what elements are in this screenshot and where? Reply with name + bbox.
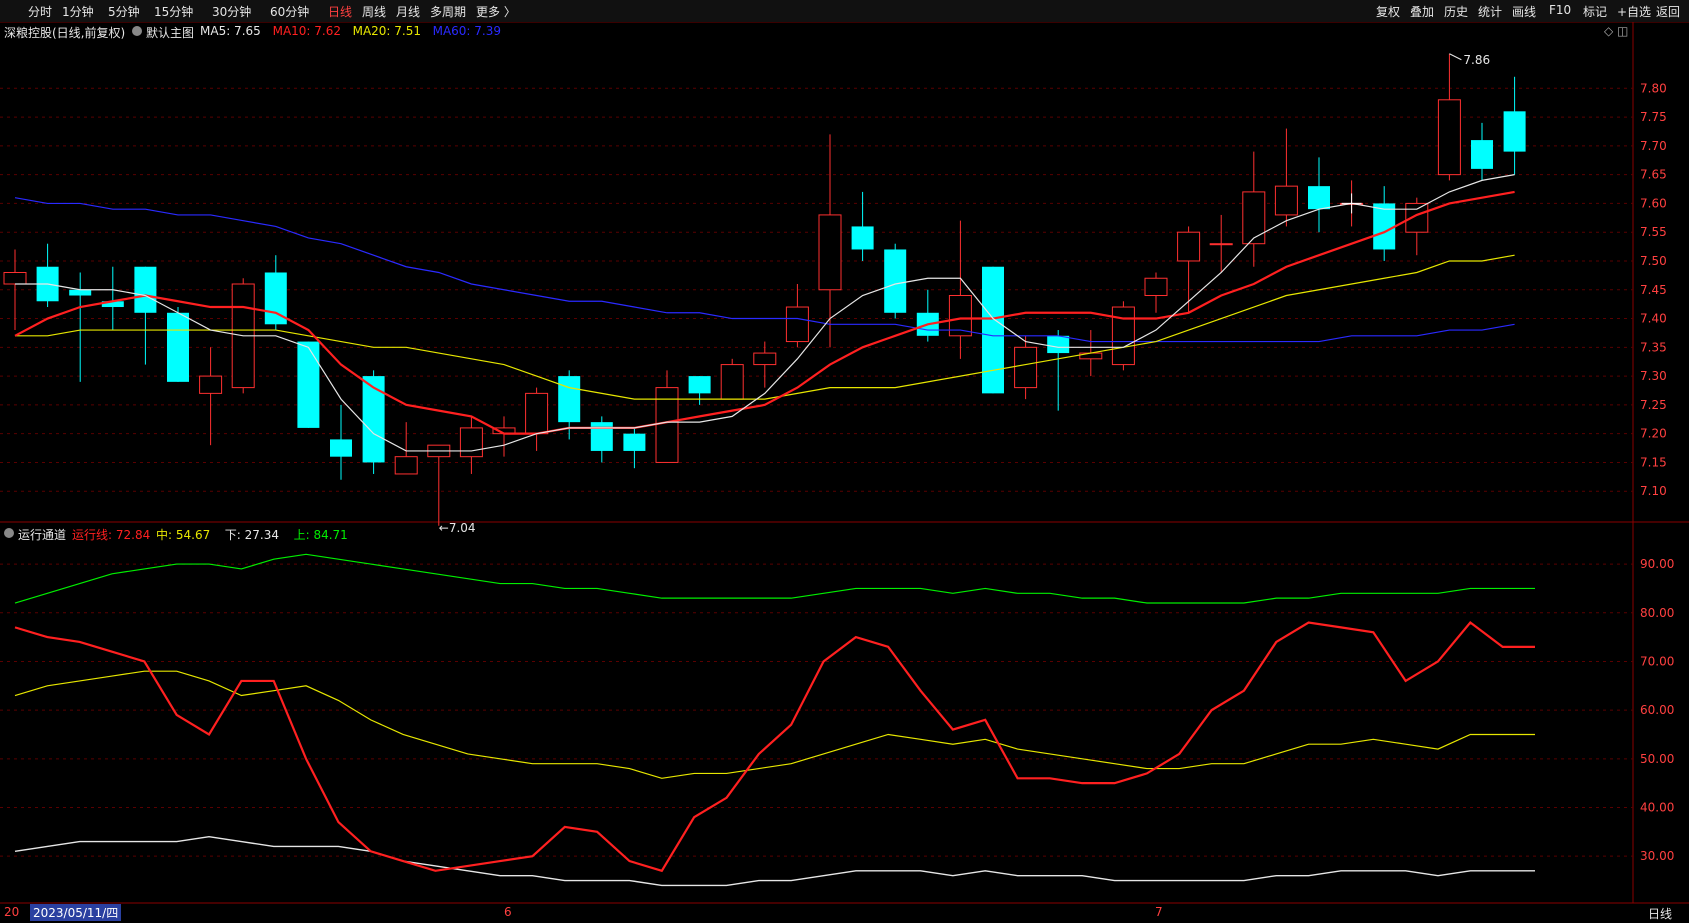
price-tick-label: 7.60 — [1640, 196, 1667, 210]
candle-body-down — [590, 422, 613, 451]
candle-body-up — [1177, 231, 1201, 262]
candle-body-up — [818, 214, 842, 291]
candle-body-down — [688, 376, 711, 394]
candle-body-down — [1308, 186, 1330, 210]
price-tick-label: 7.25 — [1640, 398, 1667, 412]
sub-run-line — [14, 620, 1535, 873]
candle-body-down — [558, 376, 581, 423]
candle-body-down — [1503, 111, 1526, 152]
candle-body-up — [1209, 243, 1233, 246]
candle-body-down — [330, 439, 352, 457]
candle-body-up — [1144, 277, 1168, 297]
price-tick-label: 7.65 — [1640, 168, 1667, 182]
candle-body-up — [1111, 306, 1135, 366]
price-tick-label: 7.70 — [1640, 139, 1667, 153]
price-tick-label: 7.20 — [1640, 427, 1667, 441]
candle-body-up — [720, 364, 744, 400]
candle-body-down — [297, 341, 320, 428]
period-tab-daily[interactable]: 日线 — [1648, 905, 1672, 922]
sub-tick-label: 50.00 — [1640, 752, 1674, 766]
price-tick-label: 7.15 — [1640, 455, 1667, 469]
candle-body-up — [394, 456, 418, 475]
candle-body-up — [1014, 346, 1038, 389]
price-tick-label: 7.55 — [1640, 225, 1667, 239]
sub-tick-label: 40.00 — [1640, 801, 1674, 815]
candle-body-down — [362, 376, 385, 463]
date-axis-start: 20 — [4, 905, 20, 919]
price-tick-label: 7.40 — [1640, 312, 1667, 326]
candle-body-up — [785, 306, 809, 343]
candle-body-down — [623, 433, 646, 451]
candle-body-up — [525, 392, 549, 435]
candle-body-down — [69, 289, 92, 296]
candle-body-up — [459, 427, 483, 458]
candle-body-down — [1471, 140, 1493, 169]
sub-lower-line — [14, 836, 1535, 887]
price-tick-label: 7.80 — [1640, 81, 1667, 95]
price-tick-label: 7.35 — [1640, 340, 1667, 354]
price-tick-label: 7.50 — [1640, 254, 1667, 268]
sub-tick-label: 80.00 — [1640, 606, 1674, 620]
candle-body-up — [1437, 99, 1461, 176]
sub-tick-label: 90.00 — [1640, 557, 1674, 571]
candlestick-chart[interactable]: 7.80 7.75 7.70 7.65 7.60 7.55 7.50 7.45 7.40 7.35… — [0, 0, 1689, 923]
sub-tick-label: 60.00 — [1640, 703, 1674, 717]
sub-tick-label: 30.00 — [1640, 849, 1674, 863]
high-price-label: 7.86 — [1463, 53, 1490, 67]
low-price-label: ←7.04 — [439, 521, 476, 535]
price-tick-label: 7.75 — [1640, 110, 1667, 124]
candle-body-down — [851, 226, 874, 250]
candle-body-down — [1373, 203, 1396, 250]
sub-upper-line — [14, 553, 1535, 604]
price-tick-label: 7.45 — [1640, 283, 1667, 297]
price-tick-label: 7.10 — [1640, 484, 1667, 498]
cursor-date-label: 2023/05/11/四 — [30, 904, 122, 921]
candle-body-down — [134, 266, 157, 313]
date-axis-july: 7 — [1155, 905, 1163, 919]
candle-body-down — [167, 312, 189, 382]
sub-tick-label: 70.00 — [1640, 654, 1674, 668]
price-tick-label: 7.30 — [1640, 369, 1667, 383]
candle-body-up — [1274, 185, 1298, 216]
candle-body-up — [3, 271, 27, 285]
high-marker — [1449, 53, 1462, 61]
candle-body-up — [1242, 191, 1266, 245]
sub-middle-line — [14, 670, 1535, 779]
candle-body-down — [884, 249, 907, 313]
candle-body-up — [753, 352, 777, 366]
candle-body-up — [199, 375, 223, 394]
date-axis-june: 6 — [504, 905, 512, 919]
candle-body-down — [1047, 335, 1070, 354]
candle-body-down — [982, 266, 1004, 394]
